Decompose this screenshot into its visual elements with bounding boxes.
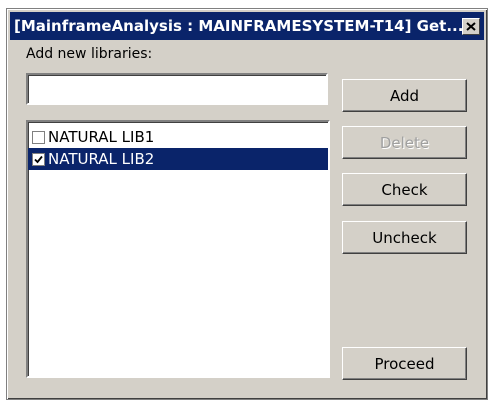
library-item-lib1[interactable]: NATURAL LIB1 <box>28 126 328 148</box>
proceed-button[interactable]: Proceed <box>342 347 467 380</box>
title-bar[interactable]: [MainframeAnalysis : MAINFRAMESYSTEM-T14… <box>10 12 484 40</box>
close-icon[interactable] <box>462 17 480 35</box>
library-checkbox-lib1[interactable] <box>32 130 45 144</box>
window-title: [MainframeAnalysis : MAINFRAMESYSTEM-T14… <box>14 17 462 35</box>
add-libraries-label: Add new libraries: <box>26 46 153 62</box>
add-button[interactable]: Add <box>342 79 467 112</box>
library-checkbox-lib2[interactable] <box>32 152 45 166</box>
libraries-list[interactable]: NATURAL LIB1 NATURAL LIB2 <box>26 120 330 378</box>
library-name-input[interactable] <box>26 73 328 105</box>
library-item-lib2[interactable]: NATURAL LIB2 <box>28 148 328 170</box>
library-label-lib2: NATURAL LIB2 <box>48 150 155 168</box>
check-button[interactable]: Check <box>342 173 467 206</box>
library-label-lib1: NATURAL LIB1 <box>48 128 155 146</box>
checkmark-icon <box>34 155 43 163</box>
delete-button[interactable]: Delete <box>342 126 467 159</box>
uncheck-button[interactable]: Uncheck <box>342 221 467 254</box>
